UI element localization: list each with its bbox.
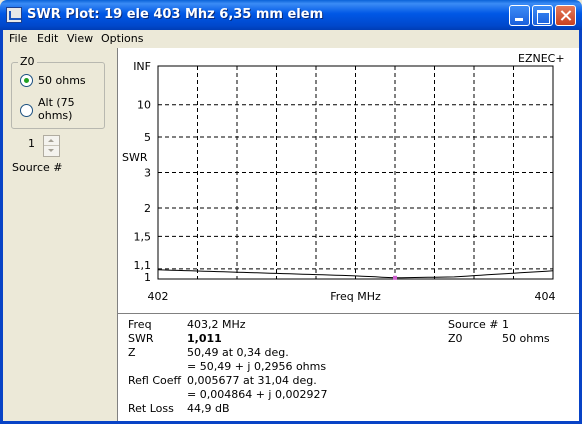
z0-alt-radio[interactable]	[20, 104, 33, 117]
source-info-value: 1	[502, 318, 509, 331]
z0-group-label: Z0	[18, 55, 37, 68]
spinner-down-arrow-icon[interactable]	[44, 146, 59, 156]
source-number-value[interactable]: 1	[28, 137, 35, 150]
freq-label: Freq	[128, 318, 152, 331]
menu-bar: File Edit View Options	[3, 30, 579, 48]
y-tick-label: 1,5	[134, 230, 152, 243]
y-tick-label: 3	[144, 167, 151, 180]
maximize-button[interactable]	[532, 5, 553, 26]
refl-coeff-rect-value: = 0,004864 + j 0,002927	[187, 388, 328, 401]
y-tick-label: 5	[144, 131, 151, 144]
spinner-up-arrow-icon[interactable]	[44, 136, 59, 146]
freq-value: 403,2 MHz	[187, 318, 246, 331]
eznec-watermark: EZNEC+	[518, 52, 565, 65]
z0-alt-label-line1[interactable]: Alt (75	[38, 96, 75, 109]
x-tick-label: 402	[148, 290, 169, 303]
y-axis-label: SWR	[122, 151, 148, 164]
x-tick-label: 404	[535, 290, 556, 303]
z0-info-value: 50 ohms	[502, 332, 550, 345]
z0-50-ohms-radio[interactable]	[20, 74, 33, 87]
source-label: Source #	[12, 161, 63, 174]
menu-edit[interactable]: Edit	[37, 32, 58, 45]
menu-view[interactable]: View	[67, 32, 93, 45]
z0-50-ohms-label[interactable]: 50 ohms	[38, 74, 86, 87]
z-rect-value: = 50,49 + j 0,2956 ohms	[187, 360, 327, 373]
menu-options[interactable]: Options	[101, 32, 143, 45]
minimize-button[interactable]	[509, 5, 530, 26]
swr-chart-panel: EZNEC+ INF 10 5 3 2 1,5 1,1 1 SWR 402 404 Freq MHz	[117, 48, 579, 313]
source-spinner[interactable]	[43, 135, 60, 157]
swr-value: 1,011	[187, 332, 222, 345]
ret-loss-value: 44,9 dB	[187, 402, 230, 415]
z0-alt-label-line2[interactable]: ohms)	[38, 109, 72, 122]
title-bar[interactable]: SWR Plot: 19 ele 403 Mhz 6,35 mm elem	[0, 0, 582, 30]
z-polar-value: 50,49 at 0,34 deg.	[187, 346, 289, 359]
y-tick-label: 1	[144, 271, 151, 284]
refl-coeff-polar-value: 0,005677 at 31,04 deg.	[187, 374, 317, 387]
frequency-marker	[393, 275, 397, 280]
menu-file[interactable]: File	[9, 32, 27, 45]
swr-chart: EZNEC+ INF 10 5 3 2 1,5 1,11 SWR 402 404 Freq MHz	[122, 52, 565, 303]
info-panel: Freq 403,2 MHz SWR 1,011 Z 50,49 at 0,34…	[117, 313, 579, 421]
window-title: SWR Plot: 19 ele 403 Mhz 6,35 mm elem	[27, 7, 324, 22]
y-tick-label: 1,1	[134, 259, 152, 272]
x-axis-label: Freq MHz	[330, 290, 381, 303]
close-button[interactable]	[555, 5, 576, 26]
z-label: Z	[128, 346, 136, 359]
swr-label: SWR	[128, 332, 154, 345]
source-info-label: Source #	[448, 318, 499, 331]
z0-info-label: Z0	[448, 332, 463, 345]
refl-coeff-label: Refl Coeff	[128, 374, 182, 387]
y-tick-label: INF	[133, 60, 151, 73]
y-tick-label: 10	[137, 99, 151, 112]
window-frame-left	[0, 30, 3, 424]
ret-loss-label: Ret Loss	[128, 402, 174, 415]
y-tick-label: 2	[144, 202, 151, 215]
app-icon[interactable]	[6, 7, 22, 23]
